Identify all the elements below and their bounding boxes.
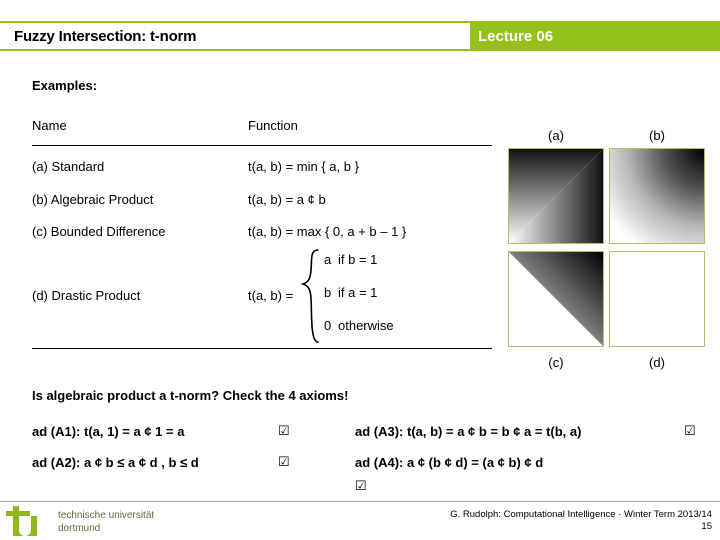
header-title-box: Fuzzy Intersection: t-norm bbox=[0, 23, 470, 49]
tu-dortmund-logo: technische universität dortmund bbox=[6, 506, 154, 536]
tu-logo-text: technische universität dortmund bbox=[58, 506, 154, 535]
table-row: t(a, b) = a ¢ b bbox=[248, 192, 326, 207]
lecture-label: Lecture 06 bbox=[478, 27, 554, 45]
drastic-case-3-value: 0 bbox=[324, 318, 332, 333]
footer-page-number: 15 bbox=[701, 521, 712, 532]
drastic-case-2: b if a = 1 bbox=[324, 285, 377, 300]
drastic-case-1-value: a bbox=[324, 252, 332, 267]
plot-standard-min-surface bbox=[509, 149, 603, 243]
curly-brace-icon bbox=[300, 249, 319, 343]
table-row: t(a, b) = max { 0, a + b – 1 } bbox=[248, 224, 407, 239]
plot-drastic-product bbox=[609, 251, 705, 347]
plot-standard-min bbox=[508, 148, 604, 244]
drastic-case-3: 0 otherwise bbox=[324, 318, 394, 333]
plot-label-c: (c) bbox=[548, 355, 564, 370]
tu-logo-icon bbox=[6, 506, 37, 536]
tu-logo-line2: dortmund bbox=[58, 523, 101, 534]
examples-heading: Examples: bbox=[32, 78, 98, 93]
drastic-case-1-condition: if b = 1 bbox=[338, 252, 378, 267]
axiom-a3: ad (A3): t(a, b) = a ¢ b = b ¢ a = t(b, … bbox=[355, 424, 582, 439]
drastic-case-2-value: b bbox=[324, 285, 332, 300]
axiom-a1: ad (A1): t(a, 1) = a ¢ 1 = a bbox=[32, 424, 185, 439]
drastic-case-3-condition: otherwise bbox=[338, 318, 394, 333]
slide-header: Fuzzy Intersection: t-norm Lecture 06 bbox=[0, 21, 720, 51]
table-row: t(a, b) = min { a, b } bbox=[248, 159, 359, 174]
axioms-question: Is algebraic product a t-norm? Check the… bbox=[32, 388, 349, 403]
drastic-case-1: a if b = 1 bbox=[324, 252, 377, 267]
axiom-a3-checkbox-icon: ☑ bbox=[684, 423, 696, 438]
page-title: Fuzzy Intersection: t-norm bbox=[14, 27, 197, 45]
plot-algebraic-product bbox=[609, 148, 705, 244]
plot-algebraic-product-surface bbox=[610, 149, 704, 243]
table-row: t(a, b) = bbox=[248, 288, 294, 303]
table-row: (b) Algebraic Product bbox=[32, 192, 154, 207]
table-rule-bottom bbox=[32, 348, 492, 349]
table-row: (a) Standard bbox=[32, 159, 105, 174]
plot-label-a: (a) bbox=[548, 128, 564, 143]
footer-divider bbox=[0, 501, 720, 502]
table-row: (d) Drastic Product bbox=[32, 288, 141, 303]
tu-logo-line1: technische universität bbox=[58, 510, 155, 521]
plot-drastic-product-surface bbox=[610, 252, 704, 346]
plot-label-b: (b) bbox=[649, 128, 665, 143]
drastic-case-2-condition: if a = 1 bbox=[338, 285, 378, 300]
axiom-a4-checkbox-icon: ☑ bbox=[355, 478, 367, 493]
footer-credit: G. Rudolph: Computational Intelligence ·… bbox=[450, 509, 712, 520]
drastic-product-piecewise: a if b = 1 b if a = 1 0 otherwise bbox=[300, 248, 490, 344]
axiom-a2-checkbox-icon: ☑ bbox=[278, 454, 290, 469]
plot-bounded-difference bbox=[508, 251, 604, 347]
table-rule-top bbox=[32, 145, 492, 146]
axiom-a4: ad (A4): a ¢ (b ¢ d) = (a ¢ b) ¢ d bbox=[355, 455, 544, 470]
axiom-a2: ad (A2): a ¢ b ≤ a ¢ d , b ≤ d bbox=[32, 455, 199, 470]
plot-label-d: (d) bbox=[649, 355, 665, 370]
axiom-a1-checkbox-icon: ☑ bbox=[278, 423, 290, 438]
table-column-header-function: Function bbox=[248, 118, 298, 133]
table-column-header-name: Name bbox=[32, 118, 67, 133]
plot-bounded-difference-surface bbox=[509, 252, 603, 346]
table-row: (c) Bounded Difference bbox=[32, 224, 166, 239]
